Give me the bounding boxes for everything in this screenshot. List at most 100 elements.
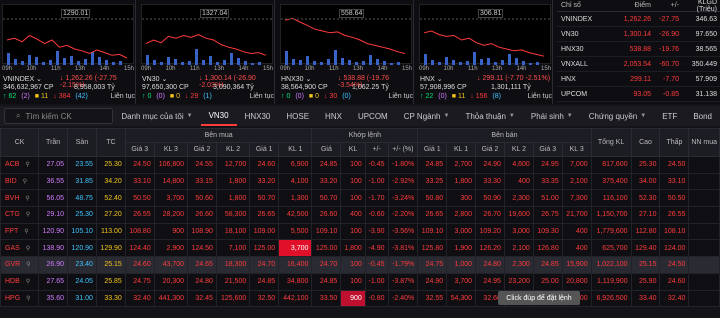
tab-bond[interactable]: Bond <box>685 106 720 126</box>
pin-icon[interactable]: ⚲ <box>26 262 30 268</box>
sub-column-header[interactable]: Giá 3 <box>124 142 155 157</box>
sub-column-header[interactable]: Giá <box>311 142 342 157</box>
index-name[interactable]: HNX30 ⌄ <box>281 75 311 83</box>
cell: 25.15 <box>630 256 661 274</box>
sub-column-header[interactable]: Giá 2 <box>475 142 505 157</box>
tab-danh-mục-của-tôi[interactable]: Danh mục của tôi ▼ <box>113 106 200 126</box>
intraday-chart[interactable]: 558.64 <box>280 4 413 65</box>
sub-column-header[interactable]: KL 2 <box>215 142 251 157</box>
index-name[interactable]: VNINDEX ⌄ <box>3 75 42 83</box>
column-header[interactable]: Thấp <box>659 128 690 157</box>
pin-icon[interactable]: ⚲ <box>26 212 30 218</box>
index-panel-hnx30[interactable]: 558.64 09h 10h 11h 13h 14h 15h HNX30 ⌄ ↓ 538.88 … <box>278 0 414 104</box>
column-header[interactable]: Tổng KL <box>590 128 632 157</box>
pin-icon[interactable]: ⚲ <box>24 229 28 235</box>
tab-cp-ngành[interactable]: CP Ngành ▼ <box>396 106 458 126</box>
column-header[interactable]: NN mua <box>688 128 720 157</box>
sub-column-header[interactable]: Giá 1 <box>249 142 280 157</box>
symbol-cell[interactable]: FPT ⚲ <box>0 222 40 241</box>
tab-etf[interactable]: ETF <box>654 106 685 126</box>
pin-icon[interactable]: ⚲ <box>26 279 30 285</box>
sub-column-header[interactable]: Giá 1 <box>417 142 448 157</box>
symbol-cell[interactable]: BVH ⚲ <box>0 189 40 208</box>
cell: 105.10 <box>67 222 97 241</box>
pin-icon[interactable]: ⚲ <box>26 246 30 252</box>
cell <box>688 189 720 208</box>
intraday-chart[interactable]: 1327.04 <box>141 4 274 65</box>
stock-row-hpg[interactable]: HPG ⚲ 35.60 31.00 33.30 32.40 441,300 32.45 125,… <box>0 289 720 308</box>
sub-column-header[interactable]: KL 1 <box>278 142 313 157</box>
symbol-cell[interactable]: CTG ⚲ <box>0 206 40 224</box>
index-name[interactable]: VN30 ⌄ <box>142 75 167 83</box>
sub-column-header[interactable]: KL <box>340 142 366 157</box>
pin-icon[interactable]: ⚲ <box>23 179 27 185</box>
pin-icon[interactable]: ⚲ <box>25 162 29 168</box>
column-header[interactable]: Khớp lệnh <box>311 128 419 143</box>
sub-column-header[interactable]: Giá 3 <box>532 142 563 157</box>
pin-icon[interactable]: ⚲ <box>25 196 29 202</box>
column-header[interactable]: CK <box>0 128 40 157</box>
index-panel-vn30[interactable]: 1327.04 09h 10h 11h 13h 14h 15h VN30 ⌄ ↓ 1,300.1… <box>139 0 275 104</box>
pin-icon[interactable]: ⚲ <box>26 296 30 302</box>
market-change: -26.90 <box>659 30 679 38</box>
market-row-vnindex[interactable]: VNINDEX 1,262.26 -27.75 346.63 <box>557 12 720 27</box>
sub-column-header[interactable]: KL 3 <box>561 142 592 157</box>
intraday-chart[interactable]: 1290.01 <box>2 4 135 65</box>
market-volume: 97.650 <box>695 30 717 38</box>
stock-row-ctg[interactable]: CTG ⚲ 29.10 25.30 27.20 26.55 28,200 26.60 58,30… <box>0 206 720 224</box>
symbol-cell[interactable]: HPG ⚲ <box>0 289 40 308</box>
tab-thỏa-thuận[interactable]: Thỏa thuận ▼ <box>457 106 522 126</box>
column-header[interactable]: Bên bán <box>417 128 592 143</box>
column-header[interactable]: Bên mua <box>124 128 313 143</box>
tab-upcom[interactable]: UPCOM <box>350 106 396 126</box>
stock-row-gas[interactable]: GAS ⚲ 138.90 120.90 129.90 124.40 2,900 124.50 7… <box>0 239 720 258</box>
market-row-hnx[interactable]: HNX 299.11 -7.70 57.909 <box>557 72 720 87</box>
index-panel-vnindex[interactable]: 1290.01 09h 10h 11h 13h 14h 15h VNINDEX ⌄ ↓ 1,26… <box>0 0 136 104</box>
peak-label: 558.64 <box>339 9 365 18</box>
market-row-vn30[interactable]: VN30 1,300.14 -26.90 97.650 <box>557 27 720 42</box>
search-input[interactable]: ⌕ Tìm kiếm CK <box>4 108 114 124</box>
symbol-cell[interactable]: HDB ⚲ <box>0 272 40 291</box>
cell: -2.20% <box>387 206 419 224</box>
market-row-hnx30[interactable]: HNX30 538.88 -19.76 38.565 <box>557 42 720 57</box>
cell: 1,000 <box>446 256 477 274</box>
tab-hnx[interactable]: HNX <box>317 106 350 126</box>
tab-hnx30[interactable]: HNX30 <box>237 106 279 126</box>
tab-hose[interactable]: HOSE <box>278 106 317 126</box>
column-header[interactable]: Trần <box>38 128 69 157</box>
stock-row-hdb[interactable]: HDB ⚲ 27.65 24.05 25.85 24.75 20,300 24.80 21,50… <box>0 272 720 291</box>
sub-column-header[interactable]: KL 3 <box>153 142 189 157</box>
column-header[interactable]: TC <box>95 128 126 157</box>
index-value-traded: 8,958,003 Tỷ <box>74 84 115 91</box>
sub-column-header[interactable]: KL 1 <box>446 142 477 157</box>
sub-column-header[interactable]: Giá 2 <box>187 142 217 157</box>
market-row-upcom[interactable]: UPCOM 93.05 -0.85 31.138 <box>557 87 720 102</box>
cell: 124.40 <box>124 239 155 258</box>
column-header[interactable]: Sàn <box>67 128 97 157</box>
sub-column-header[interactable]: KL 2 <box>503 142 534 157</box>
stock-row-bvh[interactable]: BVH ⚲ 56.05 48.75 52.40 50.50 3,700 50.60 1,800 5… <box>0 189 720 208</box>
stock-row-gvr[interactable]: GVR ⚲ 26.90 23.40 25.15 24.60 43,700 24.65 18,30… <box>0 256 720 274</box>
symbol-cell[interactable]: GVR ⚲ <box>0 256 40 274</box>
index-panel-hnx[interactable]: 306.81 09h 10h 11h 13h 14h 15h HNX ⌄ ↓ 299.11 (-… <box>417 0 553 104</box>
symbol-cell[interactable]: ACB ⚲ <box>0 156 40 174</box>
volume-bar <box>452 60 455 65</box>
tab-phái-sinh[interactable]: Phái sinh ▼ <box>523 106 581 126</box>
index-name[interactable]: HNX ⌄ <box>420 75 443 83</box>
intraday-chart[interactable]: 306.81 <box>419 4 552 65</box>
volume-bar <box>112 62 115 65</box>
stock-row-bid[interactable]: BID ⚲ 36.55 31.85 34.20 33.10 14,800 33.15 1,800… <box>0 172 720 191</box>
sub-column-header[interactable]: +/- (%) <box>387 142 419 157</box>
column-header[interactable]: Cao <box>630 128 661 157</box>
tab-chứng-quyền[interactable]: Chứng quyền ▼ <box>581 106 654 126</box>
time-label: 14h <box>99 66 110 72</box>
stock-row-acb[interactable]: ACB ⚲ 27.05 23.55 25.30 24.50 106,800 24.55 12,7… <box>0 156 720 174</box>
cell: 52.30 <box>630 189 661 208</box>
sub-column-header[interactable]: +/- <box>364 142 389 157</box>
stock-row-fpt[interactable]: FPT ⚲ 120.90 105.10 113.00 108.80 900 108.90 18,… <box>0 222 720 241</box>
symbol-cell[interactable]: BID ⚲ <box>0 172 40 191</box>
tab-vn30[interactable]: VN30 <box>200 106 237 126</box>
symbol-cell[interactable]: GAS ⚲ <box>0 239 40 258</box>
market-row-vnxall[interactable]: VNXALL 2,053.54 -60.70 350.449 <box>557 57 720 72</box>
cell: 25.00 <box>532 272 563 291</box>
